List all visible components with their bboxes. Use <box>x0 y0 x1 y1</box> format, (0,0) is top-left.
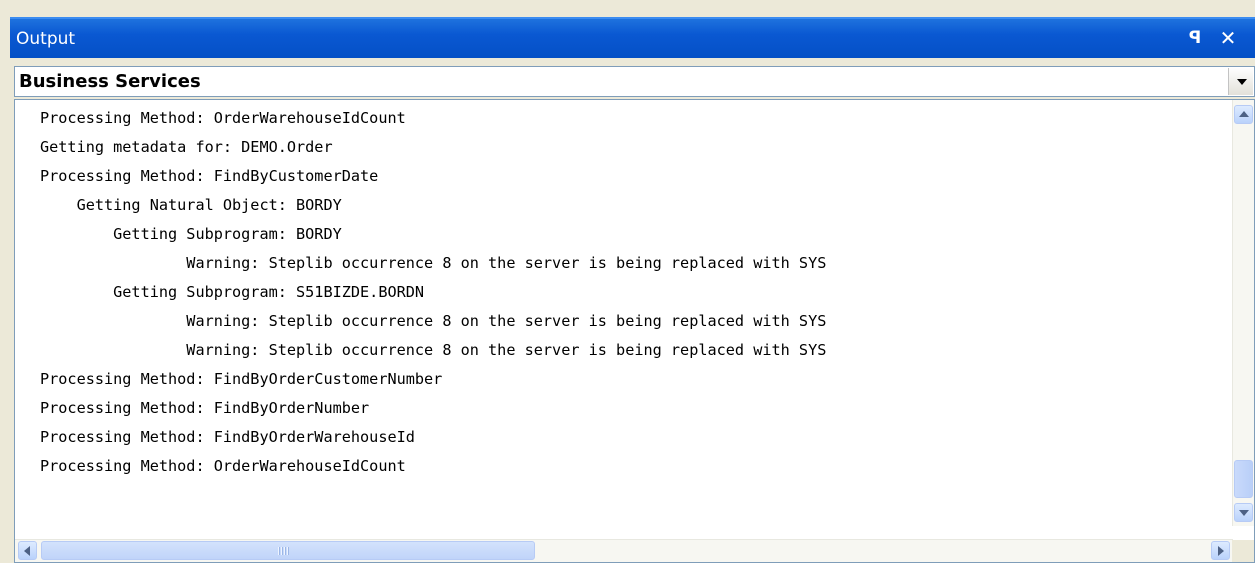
chevron-down-icon[interactable] <box>1228 68 1253 95</box>
vertical-scroll-thumb[interactable] <box>1234 460 1253 498</box>
arrow-up-icon <box>1239 111 1249 117</box>
titlebar: Output ꟼ ✕ <box>10 17 1255 58</box>
output-line: Warning: Steplib occurrence 8 on the ser… <box>40 254 827 272</box>
output-line: Getting Subprogram: BORDY <box>40 225 342 243</box>
output-lines: Processing Method: OrderWarehouseIdCount… <box>40 104 1215 481</box>
scrollbar-corner <box>1232 540 1254 562</box>
scroll-down-button[interactable] <box>1234 503 1253 522</box>
horizontal-scroll-thumb[interactable] <box>41 541 535 560</box>
scroll-up-button[interactable] <box>1234 105 1253 124</box>
output-line: Processing Method: FindByCustomerDate <box>40 167 379 185</box>
output-line: Getting metadata for: DEMO.Order <box>40 138 333 156</box>
output-panel: Output ꟼ ✕ Business Services Processing … <box>10 17 1255 563</box>
output-text-area[interactable]: Processing Method: OrderWarehouseIdCount… <box>14 99 1255 563</box>
output-line: Getting Subprogram: S51BIZDE.BORDN <box>40 283 425 301</box>
output-line: Getting Natural Object: BORDY <box>40 196 342 214</box>
pin-icon[interactable]: ꟼ <box>1182 25 1208 51</box>
scroll-left-button[interactable] <box>18 541 37 560</box>
output-line: Processing Method: FindByOrderWarehouseI… <box>40 428 415 446</box>
arrow-right-icon <box>1218 546 1224 556</box>
output-line: Processing Method: OrderWarehouseIdCount <box>40 457 406 475</box>
grip-icon <box>278 547 290 555</box>
horizontal-scrollbar[interactable] <box>15 539 1233 562</box>
output-line: Warning: Steplib occurrence 8 on the ser… <box>40 341 827 359</box>
output-source-dropdown[interactable]: Business Services <box>14 66 1255 97</box>
output-line: Processing Method: FindByOrderNumber <box>40 399 370 417</box>
arrow-down-icon <box>1239 510 1249 516</box>
close-icon[interactable]: ✕ <box>1215 25 1241 51</box>
window-title: Output <box>16 29 76 49</box>
scroll-right-button[interactable] <box>1211 541 1230 560</box>
output-line: Processing Method: OrderWarehouseIdCount <box>40 109 406 127</box>
arrow-left-icon <box>24 546 30 556</box>
dropdown-selected-value: Business Services <box>19 71 201 92</box>
vertical-scrollbar[interactable] <box>1232 100 1254 526</box>
output-line: Processing Method: FindByOrderCustomerNu… <box>40 370 443 388</box>
output-line: Warning: Steplib occurrence 8 on the ser… <box>40 312 827 330</box>
